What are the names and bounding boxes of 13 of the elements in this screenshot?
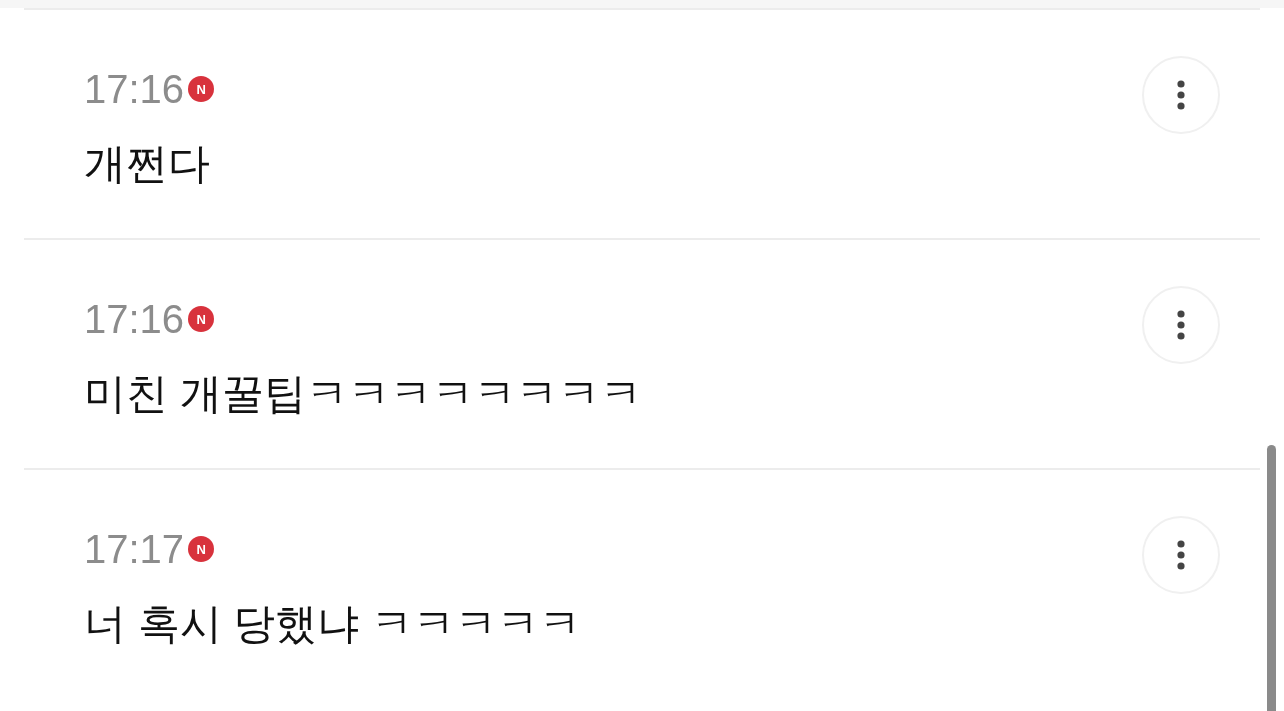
scrollbar-thumb[interactable]	[1267, 445, 1276, 711]
vertical-dots-icon	[1177, 540, 1185, 570]
comment-text: 개쩐다	[84, 139, 210, 189]
comment-time: 17:17	[84, 526, 185, 573]
comment-time: 17:16	[84, 296, 185, 343]
vertical-dots-icon	[1177, 310, 1185, 340]
vertical-dots-icon	[1177, 80, 1185, 110]
comment-time: 17:16	[84, 66, 185, 113]
new-badge: N	[188, 536, 215, 562]
new-badge: N	[188, 306, 215, 332]
comment-text: 미친 개꿀팁ㅋㅋㅋㅋㅋㅋㅋㅋ	[84, 369, 642, 419]
comment-text: 너 혹시 당했냐 ㅋㅋㅋㅋㅋ	[84, 599, 581, 649]
new-badge: N	[188, 76, 215, 102]
